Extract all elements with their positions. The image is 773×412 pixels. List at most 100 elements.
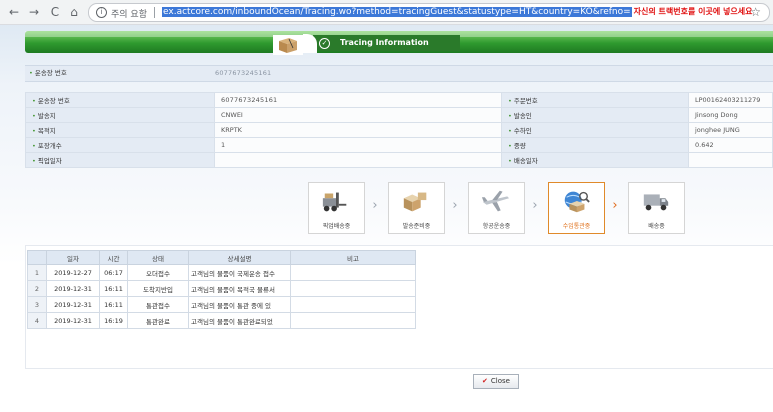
home-icon[interactable]: ⌂ — [66, 4, 82, 20]
step-label: 항공운송중 — [482, 223, 511, 230]
info-label: • 중량 — [501, 137, 689, 153]
note-cell — [290, 296, 416, 313]
address-bar[interactable]: i 주의 요함 ex.actcore.com/inboundOcean/Trac… — [88, 3, 770, 22]
info-value: KRPTK — [214, 122, 502, 138]
time-cell: 16:11 — [99, 280, 128, 297]
status-cell: 도착지반입 — [127, 280, 189, 297]
delivery-truck-icon — [643, 194, 669, 211]
col-status: 상태 — [127, 250, 189, 265]
table-row: 4 2019-12-31 16:19 통관완료 고객님의 물품이 통관완료되었 — [27, 312, 416, 329]
bullet-icon: • — [32, 112, 36, 120]
bookmark-star-icon[interactable]: ☆ — [750, 5, 761, 19]
divider — [154, 7, 155, 18]
note-cell — [290, 280, 416, 297]
col-desc: 상세설명 — [188, 250, 291, 265]
date-cell: 2019-12-27 — [46, 264, 100, 281]
note-cell — [290, 312, 416, 329]
summary-value: 6077673245161 — [215, 69, 272, 77]
info-label: • 목적지 — [25, 122, 215, 138]
summary-row: • 운송장 번호 6077673245161 — [25, 65, 773, 82]
check-icon: ✓ — [319, 38, 330, 49]
airplane-icon — [481, 190, 510, 212]
col-date: 일자 — [46, 250, 100, 265]
bullet-icon: • — [508, 142, 512, 150]
url-selected[interactable]: ex.actcore.com/inboundOcean/Tracing.wo?m… — [162, 7, 632, 17]
step-label: 발송준비중 — [402, 223, 431, 230]
info-label: • 배송일자 — [501, 152, 689, 168]
step-1: 픽업배송중 — [308, 182, 365, 234]
info-value — [688, 152, 773, 168]
table-row: 3 2019-12-31 16:11 통관접수 고객님의 물품이 통관 중에 있 — [27, 296, 416, 313]
info-value: 1 — [214, 137, 502, 153]
chevron-right-icon: › — [612, 198, 618, 213]
step-label: 배송중 — [648, 223, 665, 230]
url-text[interactable]: ex.actcore.com/inboundOcean/Tracing.wo?m… — [162, 6, 752, 18]
boxes-icon — [403, 192, 427, 212]
bullet-icon: • — [508, 157, 512, 165]
info-icon[interactable]: i — [96, 7, 107, 18]
history-header-row: 일자 시간 상태 상세설명 비고 — [27, 250, 416, 265]
info-row: • 발송지 CNWEI • 발송인 Jinsong Dong — [25, 107, 773, 123]
row-number: 2 — [27, 280, 47, 297]
status-cell: 통관접수 — [127, 296, 189, 313]
bullet-icon: • — [32, 157, 36, 165]
info-label: • 수하인 — [501, 122, 689, 138]
description-cell: 고객님의 물품이 통관 중에 있 — [188, 296, 291, 313]
note-cell — [290, 264, 416, 281]
chevron-right-icon: › — [372, 198, 378, 213]
tracking-steps: 픽업배송중 › 발송준비중 › 항공운송중 › 수입통관중 › 배송중 — [308, 182, 688, 234]
chevron-right-icon: › — [452, 198, 458, 213]
url-annotation: 자신의 트랙번호를 이곳에 넣으세요 — [633, 7, 753, 16]
date-cell: 2019-12-31 — [46, 296, 100, 313]
history-table: 일자 시간 상태 상세설명 비고 1 2019-12-27 06:17 오더접수 고객님… — [27, 250, 416, 329]
bullet-icon: • — [508, 112, 512, 120]
description-cell: 고객님의 물품이 목적국 물류서 — [188, 280, 291, 297]
history-panel: 일자 시간 상태 상세설명 비고 1 2019-12-27 06:17 오더접수 고객님… — [25, 245, 773, 369]
info-label: • 포장개수 — [25, 137, 215, 153]
info-row: • 포장개수 1 • 중량 0.642 — [25, 137, 773, 153]
time-cell: 16:11 — [99, 296, 128, 313]
package-icon — [273, 35, 303, 55]
info-label: • 발송지 — [25, 107, 215, 123]
info-label: • 운송장 번호 — [25, 92, 215, 108]
step-4: 수입통관중 — [548, 182, 605, 234]
back-icon[interactable]: ← — [6, 4, 22, 20]
chevron-right-icon: › — [532, 198, 538, 213]
row-number: 1 — [27, 264, 47, 281]
col-note: 비고 — [290, 250, 416, 265]
page-title: Tracing Information — [313, 35, 460, 51]
step-3: 항공운송중 — [468, 182, 525, 234]
info-label: • 발송인 — [501, 107, 689, 123]
bullet-icon: • — [508, 127, 512, 135]
time-cell: 16:19 — [99, 312, 128, 329]
info-value: 0.642 — [688, 137, 773, 153]
info-row: • 운송장 번호 6077673245161 • 주문번호 LP0016240321127… — [25, 92, 773, 108]
date-cell: 2019-12-31 — [46, 312, 100, 329]
reload-icon[interactable]: C — [47, 4, 63, 20]
bullet-icon: • — [32, 142, 36, 150]
info-label: • 픽업일자 — [25, 152, 215, 168]
security-label: 주의 요함 — [111, 10, 147, 20]
info-value: jonghee JUNG — [688, 122, 773, 138]
step-label: 픽업배송중 — [322, 223, 351, 230]
info-value: CNWEI — [214, 107, 502, 123]
summary-label: • 운송장 번호 — [29, 69, 67, 77]
info-value: Jinsong Dong — [688, 107, 773, 123]
info-row: • 목적지 KRPTK • 수하인 jonghee JUNG — [25, 122, 773, 138]
info-row: • 픽업일자 • 배송일자 — [25, 152, 773, 168]
description-cell: 고객님의 물품이 통관완료되었 — [188, 312, 291, 329]
shipment-info-table: • 운송장 번호 6077673245161 • 주문번호 LP0016240321127… — [25, 92, 773, 168]
info-value: LP00162403211279 — [688, 92, 773, 108]
browser-toolbar: ← → C ⌂ i 주의 요함 ex.actcore.com/inboundOc… — [0, 0, 773, 25]
table-row: 2 2019-12-31 16:11 도착지반입 고객님의 물품이 목적국 물류서 — [27, 280, 416, 297]
date-cell: 2019-12-31 — [46, 280, 100, 297]
info-value — [214, 152, 502, 168]
row-number: 4 — [27, 312, 47, 329]
page-content: Tracing Information ✓ • 운송장 번호 6077673245… — [0, 25, 773, 412]
close-button[interactable]: ✔ Close — [473, 374, 519, 389]
forward-icon[interactable]: → — [26, 4, 42, 20]
step-5: 배송중 — [628, 182, 685, 234]
bullet-icon: • — [508, 97, 512, 105]
table-row: 1 2019-12-27 06:17 오더접수 고객님의 물품이 국제운송 접수 — [27, 264, 416, 281]
col-no — [27, 250, 47, 265]
